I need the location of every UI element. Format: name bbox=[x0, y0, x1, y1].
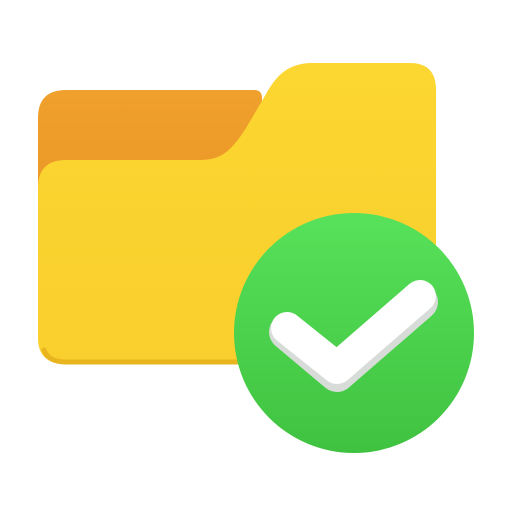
folder-check-icon bbox=[0, 0, 512, 512]
folder-check-graphic bbox=[38, 63, 474, 453]
